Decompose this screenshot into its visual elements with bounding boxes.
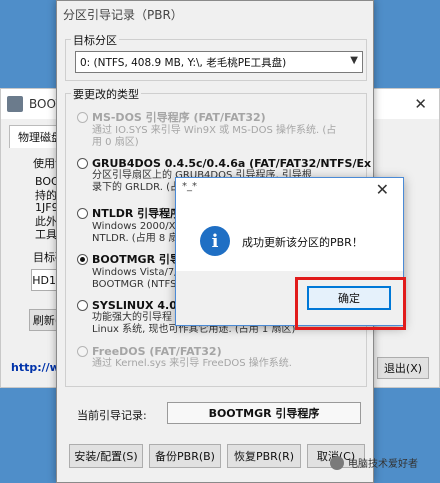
- chevron-down-icon: ▼: [350, 55, 358, 66]
- bootice-app-icon: [7, 96, 23, 112]
- current-record-value: BOOTMGR 引导程序: [167, 402, 361, 424]
- dialog-title: 分区引导记录（PBR）: [63, 8, 183, 22]
- close-icon[interactable]: ✕: [376, 180, 389, 199]
- option-title: GRUB4DOS 0.4.5c/0.4.6a (FAT/FAT32/NTFS/E…: [92, 157, 372, 170]
- option-title: FreeDOS (FAT/FAT32): [92, 345, 222, 358]
- radio-ntldr[interactable]: [77, 207, 88, 219]
- restore-pbr-button[interactable]: 恢复PBR(R): [227, 444, 301, 468]
- type-label: 要更改的类型: [71, 86, 141, 102]
- option-desc: 通过 Kernel.sys 来引导 FreeDOS 操作系统.: [92, 358, 292, 369]
- radio-bootmgr[interactable]: [77, 253, 88, 265]
- website-link[interactable]: http://w: [11, 361, 60, 374]
- radio-msdos[interactable]: [77, 111, 88, 123]
- radio-freedos[interactable]: [77, 346, 88, 357]
- option-msdos[interactable]: MS-DOS 引导程序 (FAT/FAT32) 通过 IO.SYS 来引导 Wi…: [77, 109, 336, 149]
- option-desc: 通过 IO.SYS 来引导 Win9X 或 MS-DOS 操作系统. (占: [92, 125, 337, 136]
- watermark-logo-icon: [330, 455, 344, 470]
- option-title: SYSLINUX 4.07: [92, 299, 185, 312]
- current-record-label: 当前引导记录:: [77, 409, 147, 422]
- watermark: 电脑技术爱好者: [330, 455, 418, 470]
- exit-button[interactable]: 退出(X): [377, 357, 429, 379]
- message-text: 成功更新该分区的PBR！: [242, 236, 363, 249]
- target-partition-value: 0: (NTFS, 408.9 MB, Y:\, 老毛桃PE工具盘): [80, 56, 287, 69]
- radio-grub4dos[interactable]: [77, 158, 88, 169]
- option-desc: 用 0 扇区): [92, 137, 139, 148]
- option-title: MS-DOS 引导程序 (FAT/FAT32): [92, 111, 266, 124]
- watermark-text: 电脑技术爱好者: [348, 459, 418, 470]
- target-partition-label: 目标分区: [71, 32, 119, 48]
- backup-pbr-button[interactable]: 备份PBR(B): [149, 444, 221, 468]
- option-freedos[interactable]: FreeDOS (FAT/FAT32) 通过 Kernel.sys 来引导 Fr…: [77, 345, 292, 370]
- radio-syslinux[interactable]: [77, 300, 88, 311]
- info-icon: i: [200, 226, 230, 256]
- option-title: NTLDR 引导程序: [92, 207, 182, 220]
- info-line-5: 工具: [35, 228, 57, 241]
- annotation-highlight-box: [295, 277, 406, 330]
- target-partition-select[interactable]: 0: (NTFS, 408.9 MB, Y:\, 老毛桃PE工具盘) ▼: [75, 51, 363, 73]
- install-config-button[interactable]: 安装/配置(S): [69, 444, 143, 468]
- message-title: *_*: [182, 181, 197, 192]
- bootice-close-icon[interactable]: ✕: [414, 95, 427, 113]
